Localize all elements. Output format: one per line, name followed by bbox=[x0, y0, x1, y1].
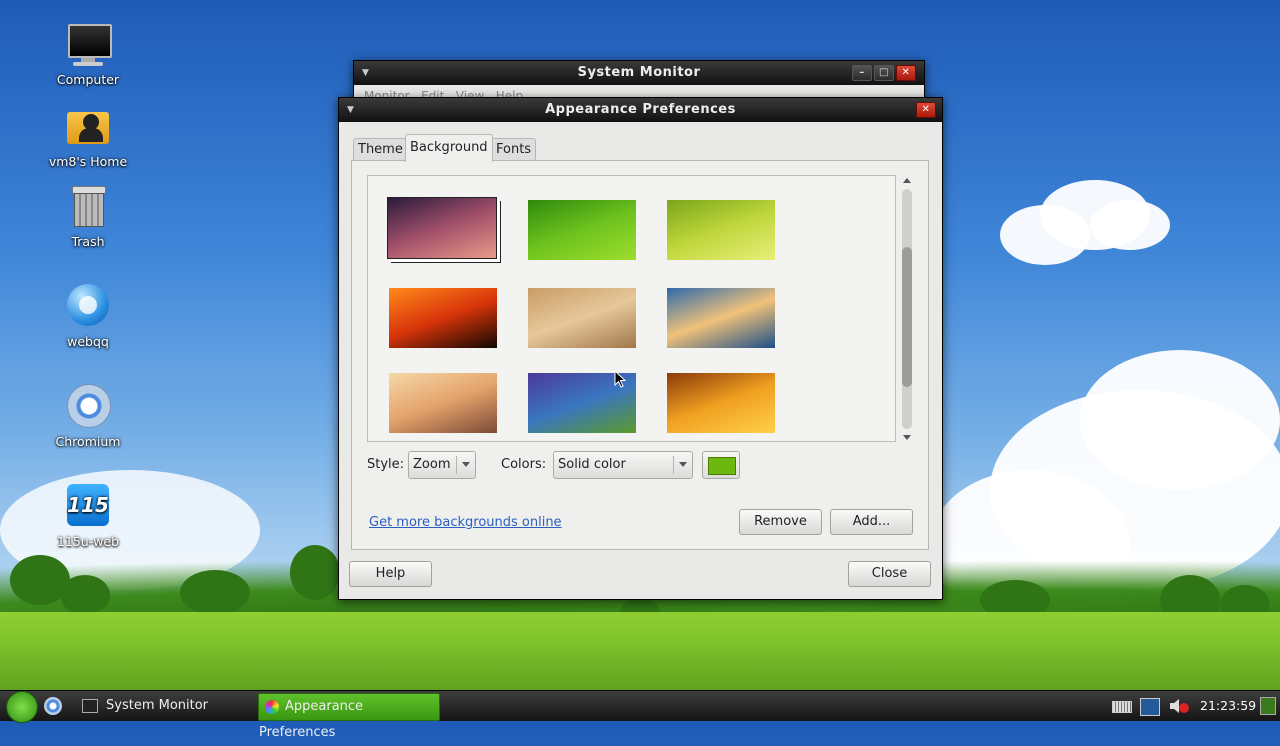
window-title: System Monitor bbox=[577, 65, 701, 80]
taskbar: System Monitor Appearance Preferences 21… bbox=[0, 690, 1280, 740]
add-button[interactable]: Add... bbox=[830, 509, 913, 535]
wallpaper-thumb-shore-sunrise[interactable] bbox=[389, 373, 497, 433]
appearance-icon bbox=[265, 699, 279, 714]
style-label: Style: bbox=[367, 457, 405, 472]
wallpaper-thumb-lake-mountains[interactable] bbox=[667, 288, 775, 348]
wallpaper-gallery[interactable] bbox=[367, 175, 896, 442]
system-monitor-titlebar[interactable]: ▼ System Monitor – □ ✕ bbox=[354, 61, 924, 85]
minimize-button[interactable]: – bbox=[852, 65, 872, 81]
volume-icon[interactable] bbox=[1168, 698, 1189, 714]
scroll-up-icon[interactable] bbox=[903, 178, 911, 183]
close-window-button[interactable]: ✕ bbox=[916, 102, 936, 118]
desktop-icon-home[interactable]: vm8's Home bbox=[38, 104, 138, 169]
more-backgrounds-link[interactable]: Get more backgrounds online bbox=[369, 515, 562, 530]
desktop-icon-webqq[interactable]: webqq bbox=[38, 284, 138, 349]
start-menu-icon[interactable] bbox=[6, 691, 38, 723]
desktop-icon-computer[interactable]: Computer bbox=[38, 22, 138, 87]
tab-fonts[interactable]: Fonts bbox=[491, 138, 537, 161]
appearance-preferences-window[interactable]: ▼ Appearance Preferences ✕ Theme Backgro… bbox=[338, 97, 943, 600]
close-button[interactable]: Close bbox=[848, 561, 931, 587]
desktop-icon-label: Computer bbox=[56, 72, 120, 87]
show-desktop-icon[interactable] bbox=[1260, 697, 1276, 715]
wallpaper-thumb-horse-sunset[interactable] bbox=[389, 288, 497, 348]
chromium-launcher-icon[interactable] bbox=[44, 697, 62, 715]
colors-label: Colors: bbox=[501, 457, 547, 472]
network-icon[interactable] bbox=[1140, 698, 1160, 716]
task-label: System Monitor bbox=[106, 698, 209, 713]
clock[interactable]: 21:23:59 bbox=[1200, 698, 1256, 713]
115u-web-icon: 115 bbox=[65, 484, 111, 530]
trash-icon bbox=[65, 184, 111, 230]
style-value: Zoom bbox=[413, 457, 451, 472]
tab-label: Fonts bbox=[496, 142, 532, 157]
tab-label: Background bbox=[410, 140, 488, 155]
desktop-icon-label: Chromium bbox=[55, 434, 121, 449]
window-title: Appearance Preferences bbox=[545, 102, 736, 117]
chromium-icon bbox=[65, 384, 111, 430]
desktop-icon-label: vm8's Home bbox=[48, 154, 128, 169]
system-monitor-icon bbox=[82, 698, 98, 713]
webqq-icon bbox=[65, 284, 111, 330]
window-menu-icon[interactable]: ▼ bbox=[347, 98, 354, 122]
maximize-button[interactable]: □ bbox=[874, 65, 894, 81]
tab-theme[interactable]: Theme bbox=[353, 138, 408, 161]
wallpaper-thumb-wheat-grass[interactable] bbox=[667, 200, 775, 260]
style-combo[interactable]: Zoom bbox=[408, 451, 476, 479]
help-button[interactable]: Help bbox=[349, 561, 432, 587]
scroll-thumb[interactable] bbox=[902, 247, 912, 387]
colors-combo[interactable]: Solid color bbox=[553, 451, 693, 479]
task-system-monitor[interactable]: System Monitor bbox=[78, 693, 248, 719]
color-picker-button[interactable] bbox=[702, 451, 740, 479]
wallpaper-thumb-nebula[interactable] bbox=[387, 197, 497, 259]
desktop-icon-label: Trash bbox=[71, 234, 105, 249]
scroll-down-icon[interactable] bbox=[903, 435, 911, 440]
monitor-icon bbox=[65, 22, 112, 68]
desktop-icon-trash[interactable]: Trash bbox=[38, 184, 138, 249]
task-appearance-preferences[interactable]: Appearance Preferences bbox=[258, 693, 440, 740]
colors-value: Solid color bbox=[558, 457, 626, 472]
scroll-track[interactable] bbox=[902, 189, 912, 429]
close-button[interactable]: ✕ bbox=[896, 65, 916, 81]
chevron-down-icon bbox=[462, 462, 470, 467]
tab-background[interactable]: Background bbox=[405, 134, 493, 162]
chevron-down-icon bbox=[679, 462, 687, 467]
mouse-cursor-icon bbox=[614, 370, 626, 388]
wallpaper-thumb-golden-field[interactable] bbox=[528, 288, 636, 348]
tab-label: Theme bbox=[358, 142, 403, 157]
gallery-scrollbar[interactable] bbox=[900, 175, 914, 443]
home-folder-icon bbox=[65, 104, 111, 150]
remove-button[interactable]: Remove bbox=[739, 509, 822, 535]
desktop-icon-115u-web[interactable]: 115 115u-web bbox=[38, 484, 138, 549]
dialog-body: Theme Background Fonts Style: Zoom Color… bbox=[339, 122, 942, 599]
wallpaper-thumb-orange-tulip[interactable] bbox=[667, 373, 775, 433]
color-swatch bbox=[708, 457, 736, 475]
appearance-titlebar[interactable]: ▼ Appearance Preferences ✕ bbox=[339, 98, 942, 122]
desktop-icon-label: webqq bbox=[67, 334, 109, 349]
keyboard-icon[interactable] bbox=[1112, 701, 1132, 713]
desktop-icon-label: 115u-web bbox=[56, 534, 120, 549]
desktop-icon-chromium[interactable]: Chromium bbox=[38, 384, 138, 449]
background-panel: Style: Zoom Colors: Solid color Get more… bbox=[351, 160, 929, 550]
window-menu-icon[interactable]: ▼ bbox=[362, 61, 369, 85]
wallpaper-thumb-green-leaf[interactable] bbox=[528, 200, 636, 260]
